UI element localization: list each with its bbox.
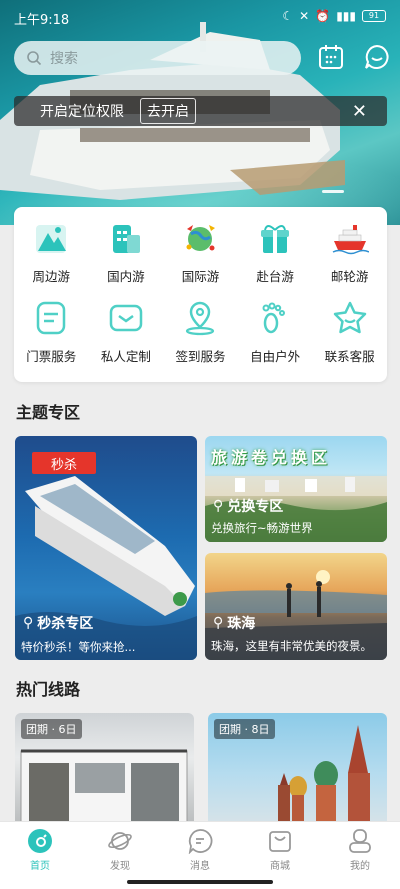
checkin-icon [186,301,215,336]
flash-sale-title: 秒杀专区 [37,616,94,632]
tab-discover[interactable]: 发现 [80,822,160,889]
route-card-2[interactable]: 团期 · 8日 [208,713,387,825]
battery-icon: 91 [362,10,386,22]
quick-item-custom[interactable]: 私人定制 [89,287,164,367]
profile-icon [349,829,371,853]
close-icon[interactable]: ✕ [352,101,367,122]
custom-icon [109,304,143,332]
route-card-1[interactable]: 团期 · 6日 [15,713,194,825]
flash-sale-card[interactable]: 秒杀 ⚲ 秒杀专区 特价秒杀！等你来抢... [15,436,197,660]
quick-item-taiwan[interactable]: 赴台游 [238,207,313,287]
quick-item-cruise[interactable]: 邮轮游 [312,207,387,287]
carousel-indicator [322,190,344,193]
location-pin-icon: ⚲ [213,498,224,514]
tab-home[interactable]: 首页 [0,822,80,889]
theme-section-title: 主题专区 [16,403,81,422]
exchange-banner-text: 旅游卷兑换区 [211,448,332,467]
quick-item-checkin[interactable]: 签到服务 [163,287,238,367]
shop-bag-icon [269,831,291,852]
bottom-tab-bar: 首页 发现 消息 商城 我的 [0,821,400,889]
zhuhai-title: 珠海 [227,616,256,632]
alarm-icon: ⏰ [315,9,331,23]
status-time: 上午9:18 [14,13,70,28]
globe-icon [186,225,216,251]
mute-icon: ✕ [299,9,310,23]
search-placeholder: 搜索 [50,51,78,67]
message-icon [188,829,213,854]
zhuhai-card[interactable]: ⚲ 珠海 珠海，这里有非常优美的夜景。 [205,553,387,660]
location-permission-banner: 开启定位权限 去开启 ✕ [14,96,387,126]
exchange-card[interactable]: 旅游卷兑换区 ⚲ 兑换专区 兑换旅行~畅游世界 [205,436,387,542]
exchange-title: 兑换专区 [227,499,284,515]
building-icon [112,225,140,253]
chat-icon[interactable] [362,42,392,72]
route-1-duration-badge: 团期 · 6日 [21,719,82,739]
tab-messages[interactable]: 消息 [160,822,240,889]
quick-item-domestic[interactable]: 国内游 [89,207,164,287]
exchange-subtitle: 兑换旅行~畅游世界 [211,521,313,535]
quick-item-nearby[interactable]: 周边游 [14,207,89,287]
tab-shop[interactable]: 商城 [240,822,320,889]
location-pin-icon: ⚲ [213,615,224,631]
hot-routes-title: 热门线路 [16,680,81,699]
tab-profile[interactable]: 我的 [320,822,400,889]
home-icon [28,829,52,853]
hero-banner[interactable]: 上午9:18 ☾ ✕ ⏰ ▮▮▮ 91 搜索 开启定位权限 去开启 ✕ [0,0,400,225]
route-2-duration-badge: 团期 · 8日 [214,719,275,739]
ticket-icon [37,301,66,335]
enable-location-button[interactable]: 去开启 [140,98,196,124]
quick-item-tickets[interactable]: 门票服务 [14,287,89,367]
mountain-icon [36,225,67,253]
location-banner-text: 开启定位权限 [40,104,124,120]
quick-item-international[interactable]: 国际游 [163,207,238,287]
status-icons: ☾ ✕ ⏰ ▮▮▮ 91 [282,9,386,23]
quick-menu-panel: 周边游 国内游 国际游 赴台游 邮轮游 门票服务 私人定制 签到服务 自由户外 … [14,207,387,382]
signal-icon: ▮▮▮ [336,9,356,23]
footprint-icon [262,302,286,334]
status-bar: 上午9:18 ☾ ✕ ⏰ ▮▮▮ 91 [0,0,400,34]
calendar-icon[interactable] [316,42,346,72]
quick-item-service[interactable]: 联系客服 [312,287,387,367]
flash-sale-subtitle: 特价秒杀！等你来抢... [21,640,136,654]
flash-sale-tag: 秒杀 [32,452,96,474]
planet-icon [108,832,132,850]
quick-item-outdoor[interactable]: 自由户外 [238,287,313,367]
service-star-icon [333,301,366,334]
cruise-ship-icon [332,225,369,255]
search-icon [27,51,42,66]
location-pin-icon: ⚲ [23,615,34,631]
moon-icon: ☾ [282,9,294,23]
gift-icon [261,225,290,253]
home-indicator [127,880,273,884]
zhuhai-subtitle: 珠海，这里有非常优美的夜景。 [211,639,372,653]
search-input[interactable]: 搜索 [14,41,301,75]
